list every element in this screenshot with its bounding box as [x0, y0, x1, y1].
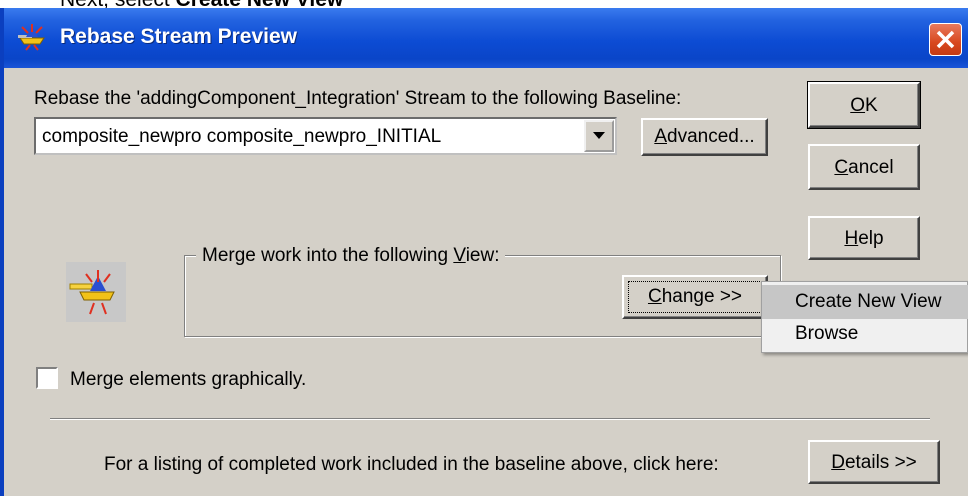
rebase-app-icon — [18, 24, 45, 51]
menu-item-create-new-view[interactable]: Create New View — [762, 285, 968, 319]
baseline-combobox[interactable]: composite_newpro composite_newpro_INITIA… — [34, 117, 617, 155]
merge-view-label: Merge work into the following View: — [196, 245, 506, 267]
title-bar[interactable]: Rebase Stream Preview — [4, 8, 968, 68]
ok-button[interactable]: OK — [807, 81, 921, 129]
help-button[interactable]: Help — [808, 216, 920, 260]
menu-item-browse[interactable]: Browse — [762, 317, 968, 351]
close-icon — [936, 30, 955, 49]
merge-graphically-checkbox[interactable] — [36, 367, 58, 389]
change-button[interactable]: Change >> — [622, 275, 768, 319]
details-button[interactable]: Details >> — [808, 440, 940, 484]
merge-graphically-label[interactable]: Merge elements graphically. — [70, 369, 306, 391]
dialog-title: Rebase Stream Preview — [60, 25, 297, 48]
separator — [50, 418, 930, 420]
rebase-target-label: Rebase the 'addingComponent_Integration'… — [34, 88, 682, 109]
cancel-button[interactable]: Cancel — [808, 144, 920, 190]
chevron-down-icon — [593, 132, 605, 139]
merge-glyph — [69, 270, 115, 315]
baseline-value: composite_newpro composite_newpro_INITIA… — [42, 126, 442, 147]
advanced-button[interactable]: Advanced... — [641, 118, 768, 156]
details-hint-label: For a listing of completed work included… — [104, 454, 719, 475]
close-button[interactable] — [929, 23, 962, 56]
merge-icon — [66, 262, 126, 322]
change-context-menu: Create New View Browse — [761, 281, 968, 353]
baseline-dropdown-button[interactable] — [584, 120, 614, 152]
